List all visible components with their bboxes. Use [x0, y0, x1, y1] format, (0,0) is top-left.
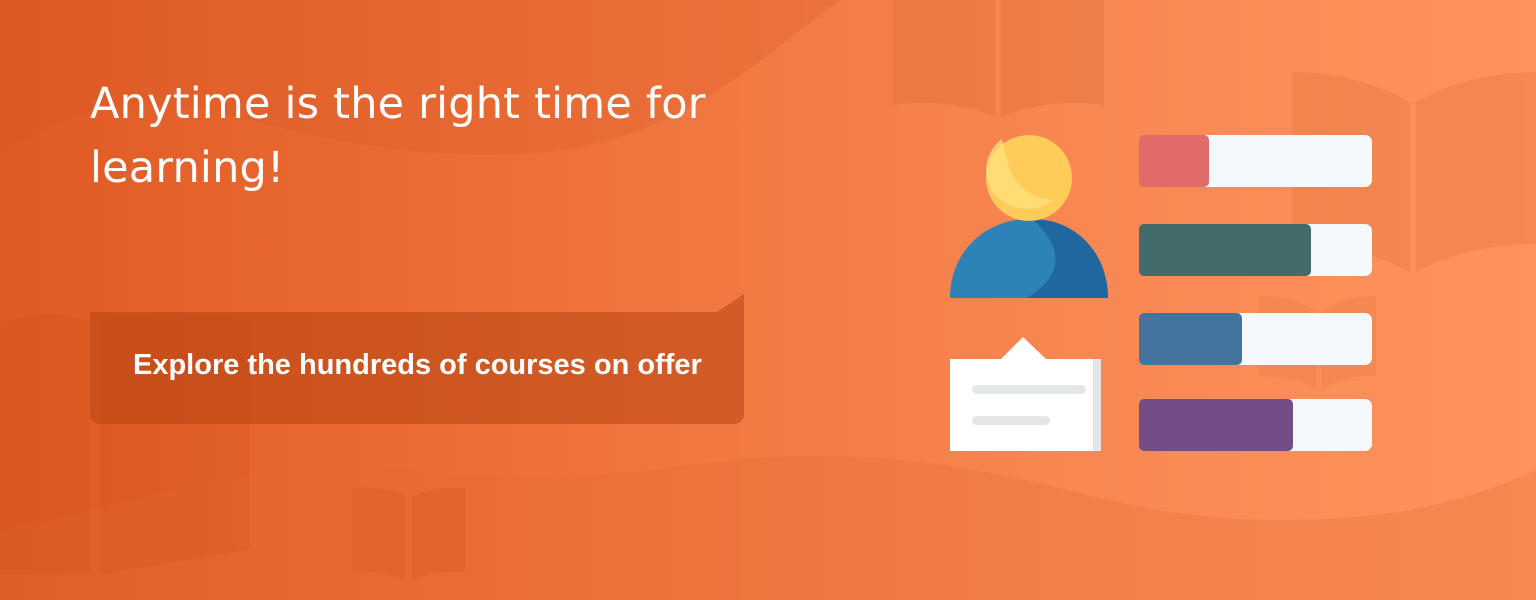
headline: Anytime is the right time for learning! [90, 79, 706, 193]
progress-bar-icon [1139, 313, 1372, 365]
cta-label: Explore the hundreds of courses on offer [133, 349, 702, 381]
progress-bar-icon [1139, 399, 1372, 451]
progress-fill [1139, 135, 1209, 187]
progress-bars [1139, 135, 1372, 451]
chat-card-icon [950, 337, 1101, 451]
book-icon [893, 0, 1104, 117]
progress-fill [1139, 224, 1311, 276]
learning-progress-illustration [950, 135, 1372, 451]
progress-bar-icon [1139, 224, 1372, 276]
user-icon [950, 135, 1108, 298]
explore-courses-button[interactable]: Explore the hundreds of courses on offer [90, 294, 744, 424]
progress-fill [1139, 399, 1293, 451]
progress-fill [1139, 313, 1242, 365]
progress-bar-icon [1139, 135, 1372, 187]
learning-banner: Anytime is the right time for learning! … [0, 0, 1536, 600]
